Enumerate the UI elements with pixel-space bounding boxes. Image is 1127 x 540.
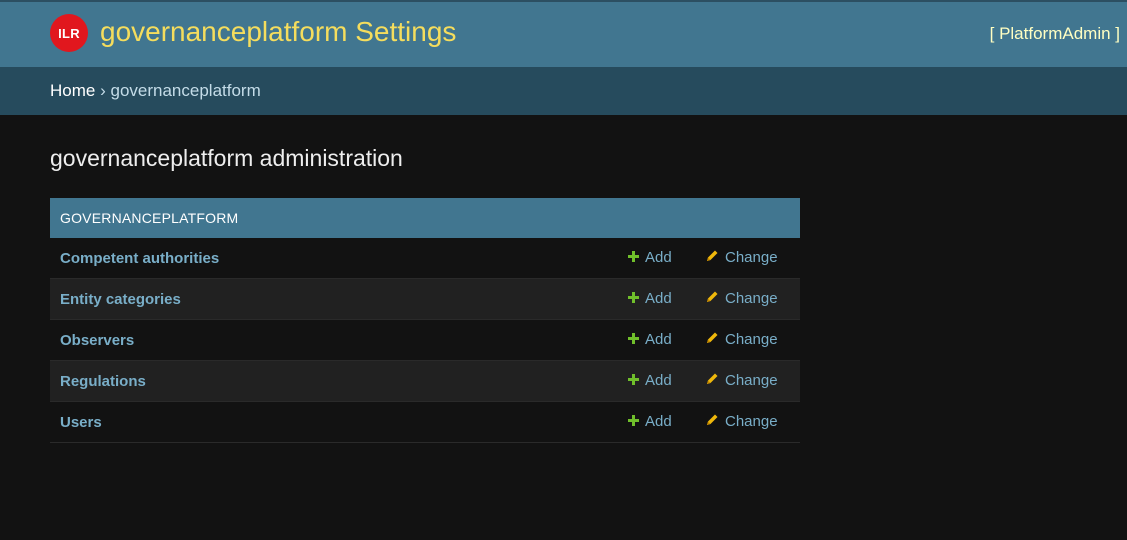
change-label: Change bbox=[725, 372, 778, 389]
module-caption[interactable]: GOVERNANCEPLATFORM bbox=[50, 198, 800, 238]
add-label: Add bbox=[645, 372, 672, 389]
change-label: Change bbox=[725, 331, 778, 348]
add-label: Add bbox=[645, 249, 672, 266]
change-button[interactable]: Change bbox=[705, 372, 778, 389]
plus-icon bbox=[628, 333, 639, 344]
add-button[interactable]: Add bbox=[628, 413, 672, 430]
add-label: Add bbox=[645, 413, 672, 430]
change-label: Change bbox=[725, 413, 778, 430]
model-link[interactable]: Competent authorities bbox=[60, 250, 219, 267]
site-title[interactable]: governanceplatform Settings bbox=[100, 16, 456, 48]
change-button[interactable]: Change bbox=[705, 413, 778, 430]
model-link[interactable]: Regulations bbox=[60, 373, 146, 390]
change-label: Change bbox=[725, 249, 778, 266]
logo[interactable]: ILR bbox=[50, 14, 88, 52]
pencil-icon bbox=[707, 250, 718, 261]
model-row-regulations: Regulations Add Change bbox=[50, 361, 800, 402]
model-row-competent-authorities: Competent authorities Add Change bbox=[50, 238, 800, 279]
pencil-icon bbox=[707, 332, 718, 343]
breadcrumb-home-link[interactable]: Home bbox=[50, 81, 95, 100]
model-link[interactable]: Users bbox=[60, 414, 102, 431]
pencil-icon bbox=[707, 291, 718, 302]
breadcrumb-current: governanceplatform bbox=[110, 81, 261, 100]
user-tools[interactable]: [ PlatformAdmin ] bbox=[990, 24, 1120, 44]
change-label: Change bbox=[725, 290, 778, 307]
add-button[interactable]: Add bbox=[628, 249, 672, 266]
plus-icon bbox=[628, 292, 639, 303]
add-label: Add bbox=[645, 331, 672, 348]
model-row-entity-categories: Entity categories Add Change bbox=[50, 279, 800, 320]
plus-icon bbox=[628, 415, 639, 426]
change-button[interactable]: Change bbox=[705, 290, 778, 307]
model-link[interactable]: Observers bbox=[60, 332, 134, 349]
model-row-observers: Observers Add Change bbox=[50, 320, 800, 361]
plus-icon bbox=[628, 251, 639, 262]
model-link[interactable]: Entity categories bbox=[60, 291, 181, 308]
add-label: Add bbox=[645, 290, 672, 307]
model-row-users: Users Add Change bbox=[50, 402, 800, 443]
change-button[interactable]: Change bbox=[705, 249, 778, 266]
plus-icon bbox=[628, 374, 639, 385]
pencil-icon bbox=[707, 414, 718, 425]
page-title: governanceplatform administration bbox=[50, 145, 403, 171]
change-button[interactable]: Change bbox=[705, 331, 778, 348]
header: ILR governanceplatform Settings [ Platfo… bbox=[0, 0, 1127, 67]
add-button[interactable]: Add bbox=[628, 372, 672, 389]
add-button[interactable]: Add bbox=[628, 331, 672, 348]
breadcrumb: Home › governanceplatform bbox=[0, 67, 1127, 115]
pencil-icon bbox=[707, 373, 718, 384]
add-button[interactable]: Add bbox=[628, 290, 672, 307]
breadcrumb-separator: › bbox=[100, 81, 106, 100]
app-module: GOVERNANCEPLATFORM Competent authorities… bbox=[50, 198, 800, 443]
